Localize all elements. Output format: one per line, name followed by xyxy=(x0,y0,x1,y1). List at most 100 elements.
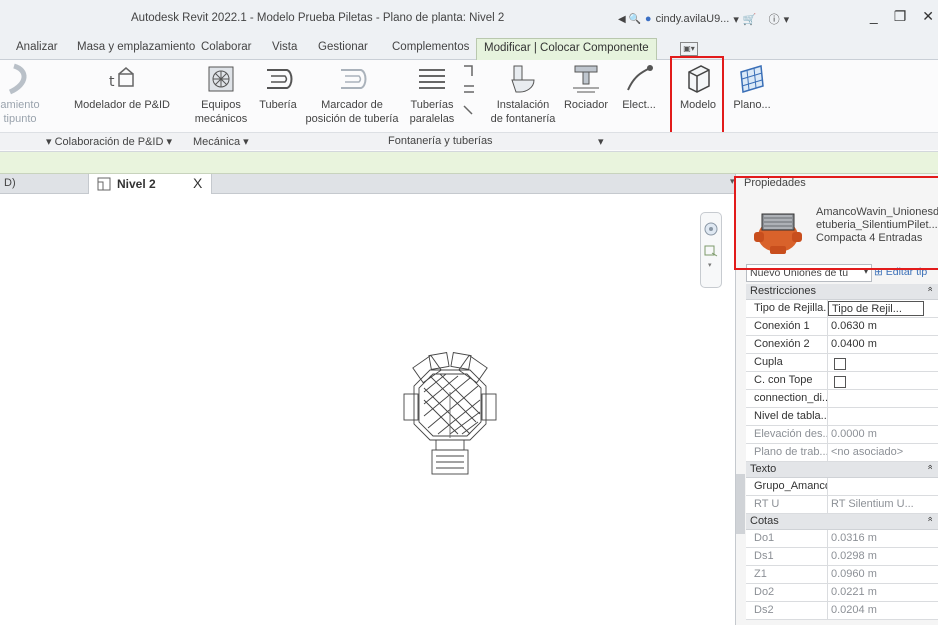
property-row[interactable]: Do1 0.0316 m xyxy=(746,530,938,548)
chevron-down-icon[interactable]: ▾ xyxy=(733,13,739,26)
pipe-placeholder-button[interactable]: Marcador de posición de tubería xyxy=(304,62,400,126)
property-group-label: Restricciones xyxy=(750,285,817,297)
ribbon-options-icon[interactable]: ▣▾ xyxy=(680,42,698,56)
plane-button[interactable]: Plano... xyxy=(730,62,774,112)
ribbon-tab-bar: Analizar Masa y emplazamiento Colaborar … xyxy=(0,38,938,60)
close-button[interactable]: ✕ xyxy=(922,8,934,25)
property-value[interactable] xyxy=(828,390,938,407)
drawing-area[interactable]: ▾ xyxy=(0,194,735,625)
property-row[interactable]: Z1 0.0960 m xyxy=(746,566,938,584)
tab-analizar[interactable]: Analizar xyxy=(16,41,58,53)
property-name: Do1 xyxy=(746,530,828,547)
properties-scrollbar[interactable] xyxy=(736,474,745,534)
tab-complementos[interactable]: Complementos xyxy=(392,41,469,53)
property-row[interactable]: connection_di... xyxy=(746,390,938,408)
sprinkler-icon xyxy=(573,65,599,93)
binoculars-icon[interactable]: ◀ 🔍 xyxy=(618,14,641,25)
property-row[interactable]: Elevación des... 0.0000 m xyxy=(746,426,938,444)
property-name: Conexión 2 xyxy=(746,336,828,353)
property-value[interactable] xyxy=(828,478,938,495)
property-row[interactable]: Conexión 1 0.0630 m xyxy=(746,318,938,336)
properties-grid: Restricciones » Tipo de Rejilla... Tipo de … xyxy=(746,284,938,620)
pid-modeler-button[interactable]: t Modelador de P&ID xyxy=(68,62,176,112)
restore-button[interactable]: ❐ xyxy=(894,8,907,25)
collapse-icon[interactable]: » xyxy=(924,286,934,291)
property-name: RT U xyxy=(746,496,828,513)
property-value: 0.0221 m xyxy=(831,586,877,598)
pipe-fitting-small-button[interactable] xyxy=(460,62,478,120)
pid-icon: t xyxy=(109,67,134,90)
ribbon-panel-labels: ▾ Colaboración de P&ID ▾ Mecánica ▾ Font… xyxy=(0,132,938,150)
property-row[interactable]: Cupla xyxy=(746,354,938,372)
property-row[interactable]: Nivel de tabla... xyxy=(746,408,938,426)
property-row[interactable]: Tipo de Rejilla... Tipo de Rejil... xyxy=(746,300,938,318)
cart-icon[interactable]: 🛒 xyxy=(743,13,757,26)
property-value[interactable]: 0.0630 m xyxy=(828,318,938,335)
multipoint-button[interactable]: amiento tipunto xyxy=(0,62,40,126)
panel-expand-icon[interactable]: ▾ xyxy=(598,135,604,148)
pipe-button[interactable]: Tubería xyxy=(258,62,298,112)
close-icon[interactable]: X xyxy=(193,175,202,191)
property-name: Grupo_Amanco xyxy=(746,478,828,495)
property-row[interactable]: Grupo_Amanco xyxy=(746,478,938,496)
property-group-header[interactable]: Texto » xyxy=(746,462,938,478)
view-tab-previous[interactable]: D) xyxy=(4,177,16,189)
property-row[interactable]: Plano de trab... <no asociado> xyxy=(746,444,938,462)
property-value: 0.0316 m xyxy=(831,532,877,544)
property-value[interactable] xyxy=(828,354,938,371)
zoom-icon[interactable] xyxy=(704,243,718,257)
parallel-pipes-button[interactable]: Tuberías paralelas xyxy=(404,62,460,126)
collapse-icon[interactable]: » xyxy=(924,516,934,521)
collapse-icon[interactable]: » xyxy=(924,464,934,469)
pipe-fitting-family[interactable] xyxy=(400,352,500,482)
chevron-down-icon[interactable]: ▾ xyxy=(784,13,790,26)
sprinkler-button[interactable]: Rociador xyxy=(561,62,611,112)
property-row[interactable]: Do2 0.0221 m xyxy=(746,584,938,602)
property-name: Elevación des... xyxy=(746,426,828,443)
mechanical-equipment-button[interactable]: Equipos mecánicos xyxy=(193,62,249,126)
property-value[interactable] xyxy=(828,372,938,389)
options-bar xyxy=(0,152,938,174)
property-group-header[interactable]: Restricciones » xyxy=(746,284,938,300)
property-value: 0.0000 m xyxy=(831,428,877,440)
tab-masa[interactable]: Masa y emplazamiento xyxy=(77,41,195,53)
tab-vista[interactable]: Vista xyxy=(272,41,297,53)
property-value[interactable]: 0.0400 m xyxy=(828,336,938,353)
plumbing-fixture-button[interactable]: Instalación de fontanería xyxy=(490,62,556,126)
fitting-icon xyxy=(463,65,474,115)
property-value[interactable] xyxy=(828,408,938,425)
property-name: Ds2 xyxy=(746,602,828,619)
parallel-pipes-icon xyxy=(419,69,445,89)
property-group-header[interactable]: Cotas » xyxy=(746,514,938,530)
tab-nivel-2[interactable]: Nivel 2 X xyxy=(88,174,212,194)
properties-highlight xyxy=(734,176,938,270)
tab-colaborar[interactable]: Colaborar xyxy=(201,41,252,53)
svg-text:t: t xyxy=(109,74,115,90)
property-row[interactable]: Conexión 2 0.0400 m xyxy=(746,336,938,354)
property-row[interactable]: RT U RT Silentium U... xyxy=(746,496,938,514)
panel-label-pid: ▾ Colaboración de P&ID ▾ xyxy=(46,136,172,148)
electrical-icon xyxy=(627,65,653,91)
property-row[interactable]: C. con Tope xyxy=(746,372,938,390)
tab-modificar-colocar[interactable]: Modificar | Colocar Componente xyxy=(476,38,657,60)
fan-icon xyxy=(208,66,234,92)
user-icon[interactable]: ● xyxy=(645,13,652,25)
steering-wheel-icon[interactable] xyxy=(703,221,719,237)
panel-label-fontaneria: Fontanería y tuberías xyxy=(388,135,493,147)
chevron-down-icon[interactable]: ▾ xyxy=(708,261,712,269)
property-row[interactable]: Ds2 0.0204 m xyxy=(746,602,938,620)
minimize-button[interactable]: _ xyxy=(870,8,878,25)
property-row[interactable]: Ds1 0.0298 m xyxy=(746,548,938,566)
tab-gestionar[interactable]: Gestionar xyxy=(318,41,368,53)
user-name[interactable]: cindy.avilaU9... xyxy=(656,13,730,25)
property-name: Nivel de tabla... xyxy=(746,408,828,425)
pipe-point-icon xyxy=(8,63,27,95)
properties-palette: ▾ Propiedades AmancoWavin_Unionesd etube… xyxy=(730,174,938,625)
electrical-button[interactable]: Elect... xyxy=(621,62,657,112)
property-value-field[interactable]: Tipo de Rejil... xyxy=(828,301,924,316)
property-name: Do2 xyxy=(746,584,828,601)
property-checkbox[interactable] xyxy=(834,358,846,370)
grid-plane-icon xyxy=(740,65,764,93)
property-checkbox[interactable] xyxy=(834,376,846,388)
help-icon[interactable]: ⓘ xyxy=(769,11,780,27)
